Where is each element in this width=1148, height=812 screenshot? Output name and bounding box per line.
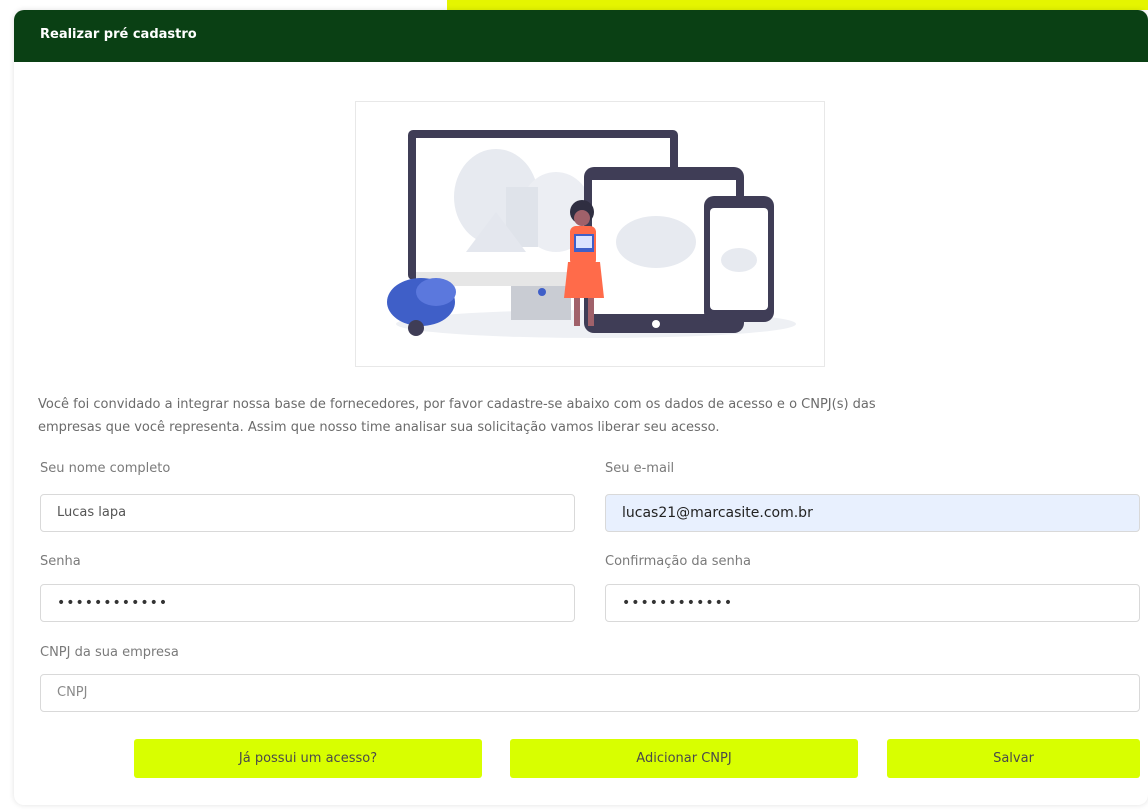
cnpj-field[interactable]: CNPJ [40, 674, 1140, 712]
password-confirm-label: Confirmação da senha [605, 554, 751, 569]
top-accent-bar [447, 0, 1148, 10]
pre-registration-card: Realizar pré cadastro Você foi convidado… [14, 10, 1148, 805]
name-label: Seu nome completo [40, 461, 171, 476]
add-cnpj-button[interactable]: Adicionar CNPJ [510, 739, 858, 778]
intro-line-1: Você foi convidado a integrar nossa base… [38, 397, 876, 412]
intro-text: Você foi convidado a integrar nossa base… [38, 393, 1128, 439]
devices-illustration [355, 101, 825, 367]
password-confirm-field[interactable]: •••••••••••• [605, 584, 1140, 622]
card-title: Realizar pré cadastro [40, 27, 197, 42]
email-label: Seu e-mail [605, 461, 675, 476]
email-field[interactable]: lucas21@marcasite.com.br [605, 494, 1140, 532]
password-label: Senha [40, 554, 81, 569]
card-header: Realizar pré cadastro [14, 10, 1148, 62]
name-field[interactable]: Lucas lapa [40, 494, 575, 532]
cnpj-label: CNPJ da sua empresa [40, 645, 179, 660]
already-have-access-button[interactable]: Já possui um acesso? [134, 739, 482, 778]
save-button[interactable]: Salvar [887, 739, 1140, 778]
intro-line-2: empresas que você representa. Assim que … [38, 420, 720, 435]
password-field[interactable]: •••••••••••• [40, 584, 575, 622]
